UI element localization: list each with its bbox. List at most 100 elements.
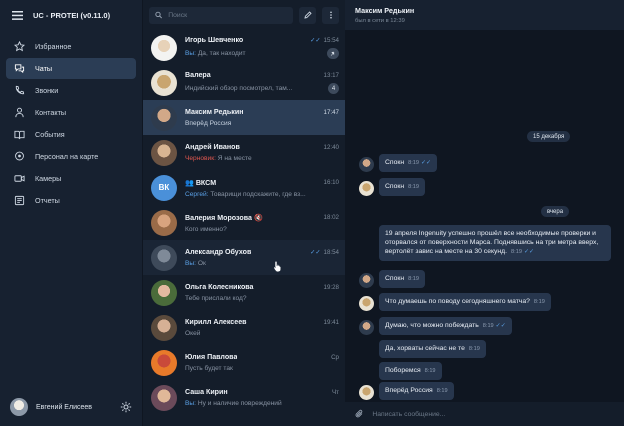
message[interactable]: Что думаешь по поводу сегодняшнего матча… bbox=[359, 293, 551, 311]
camera-icon bbox=[14, 175, 25, 182]
chat-item[interactable]: Валера 13:17 Индийский обзор посмотрел, … bbox=[143, 65, 345, 100]
sidebar-item-calls[interactable]: Звонки bbox=[6, 80, 136, 101]
sidebar-item-label: Контакты bbox=[35, 108, 67, 117]
chat-time: 19:28 bbox=[323, 283, 339, 291]
chat-time: 19:41 bbox=[323, 318, 339, 326]
search-box[interactable] bbox=[149, 6, 293, 24]
message[interactable]: Думаю, что можно побеждать 8:19 ✓✓ bbox=[359, 317, 512, 335]
gear-icon[interactable] bbox=[120, 401, 132, 413]
message[interactable]: Спокн 8:19 ✓✓ bbox=[359, 154, 438, 172]
avatar bbox=[151, 244, 177, 271]
chat-preview: Вперёд Россия bbox=[185, 120, 232, 127]
edit-button[interactable] bbox=[299, 6, 316, 24]
group-avatar-text: ВК bbox=[158, 183, 170, 192]
chat-name: Саша Кирин bbox=[185, 388, 228, 396]
message-time: 8:19 bbox=[436, 388, 448, 394]
avatar bbox=[359, 180, 374, 196]
avatar bbox=[359, 384, 374, 400]
unread-badge: 4 bbox=[328, 83, 339, 94]
avatar bbox=[359, 156, 374, 172]
menu-icon[interactable] bbox=[12, 10, 23, 20]
group-avatar: ВК bbox=[151, 174, 177, 201]
hand-cursor-icon bbox=[273, 260, 282, 272]
pencil-icon bbox=[303, 11, 312, 19]
chat-item[interactable]: Саша Кирин Чт Вы: Ну и наличие поврежден… bbox=[143, 380, 345, 415]
attach-icon[interactable] bbox=[355, 409, 364, 419]
message[interactable]: Вперёд Россия 8:19 bbox=[359, 382, 454, 400]
chat-time: 13:17 bbox=[323, 71, 339, 79]
conversation-header[interactable]: Максим Редькин был в сети в 12:39 bbox=[345, 0, 624, 30]
read-check-icon: ✓✓ bbox=[310, 248, 321, 256]
mute-icon: 🔇 bbox=[253, 213, 263, 222]
avatar bbox=[151, 349, 177, 376]
message-text: Спокн bbox=[385, 275, 405, 282]
message-input[interactable] bbox=[372, 410, 624, 418]
avatar bbox=[359, 319, 374, 335]
message[interactable]: Спокн 8:19 bbox=[359, 178, 425, 196]
star-icon bbox=[14, 41, 25, 52]
message[interactable]: Да, хорваты сейчас не те 8:19 bbox=[379, 340, 486, 358]
chat-item[interactable]: ВК 👥 ВКСМ 16:10 Сергей: Товарищи подскаж… bbox=[143, 170, 345, 205]
chat-item-active[interactable]: Максим Редькин 17:47 Вперёд Россия bbox=[143, 100, 345, 135]
chat-item-hovered[interactable]: Александр Обухов ✓✓ 18:54 Вы: Ок bbox=[143, 240, 345, 275]
sidebar-item-map[interactable]: Персонал на карте bbox=[6, 146, 136, 167]
chat-preview: Окей bbox=[185, 330, 201, 337]
chat-item[interactable]: Андрей Иванов 12:40 Черновик: Я на месте bbox=[143, 135, 345, 170]
chat-item[interactable]: Кирилл Алексеев 19:41 Окей bbox=[143, 310, 345, 345]
message[interactable]: Спокн 8:19 bbox=[359, 270, 425, 288]
sidebar-item-favorites[interactable]: Избранное bbox=[6, 36, 136, 57]
current-user[interactable]: Евгений Елисеев bbox=[0, 394, 142, 420]
sidebar-item-cameras[interactable]: Камеры bbox=[6, 168, 136, 189]
avatar bbox=[151, 384, 177, 411]
chat-item[interactable]: Игорь Шевченко ✓✓ 15:54 Вы: Да, так наход… bbox=[143, 30, 345, 65]
sidebar-item-reports[interactable]: Отчеты bbox=[6, 190, 136, 211]
sidebar-item-chats[interactable]: Чаты bbox=[6, 58, 136, 79]
message[interactable]: Поборемся 8:19 bbox=[379, 362, 442, 380]
avatar bbox=[359, 272, 374, 288]
chat-time: 16:10 bbox=[323, 178, 339, 186]
message-time: 8:19 bbox=[482, 323, 494, 329]
sidebar-menu: Избранное Чаты Звонки Контакты События П… bbox=[0, 36, 142, 211]
message-time: 8:19 bbox=[408, 184, 419, 190]
sidebar-item-label: Камеры bbox=[35, 174, 62, 183]
chat-preview: Ну и наличие повреждений bbox=[197, 400, 282, 407]
chat-preview: Ок bbox=[197, 260, 206, 267]
search-icon bbox=[155, 11, 163, 19]
message-time: 8:19 bbox=[533, 299, 545, 305]
chat-preview: Товарищи подскажите, где вз... bbox=[210, 190, 306, 198]
sidebar-item-label: Звонки bbox=[35, 86, 59, 95]
chat-preview: Пусть будет так bbox=[185, 365, 233, 372]
sidebar-header: UC - PROTEI (v0.11.0) bbox=[0, 0, 142, 30]
person-icon bbox=[15, 107, 24, 118]
message[interactable]: 19 апреля Ingenuity успешно прошёл все н… bbox=[379, 225, 611, 261]
sidebar-item-events[interactable]: События bbox=[6, 124, 136, 145]
chat-name: Максим Редькин bbox=[185, 108, 244, 116]
conversation-title: Максим Редькин bbox=[355, 6, 415, 15]
chat-name: Андрей Иванов bbox=[185, 143, 240, 151]
chat-name: Валерия Морозова bbox=[185, 213, 252, 222]
more-button[interactable] bbox=[322, 6, 339, 24]
chat-name: Игорь Шевченко bbox=[185, 36, 244, 44]
chat-preview: Да, так находит bbox=[197, 50, 246, 57]
chat-time: Чт bbox=[332, 388, 339, 396]
chat-item[interactable]: Юлия Павлова Ср Пусть будет так bbox=[143, 345, 345, 380]
draft-prefix: Черновик: bbox=[185, 155, 216, 162]
search-input[interactable] bbox=[168, 11, 293, 19]
user-name: Евгений Елисеев bbox=[36, 403, 92, 411]
chat-time: 12:40 bbox=[323, 143, 339, 151]
message-time: 8:19 bbox=[511, 249, 522, 256]
more-vertical-icon bbox=[329, 11, 332, 19]
date-separator: 15 декабря bbox=[527, 131, 571, 142]
sender-prefix: Вы: bbox=[185, 50, 196, 57]
sidebar-item-contacts[interactable]: Контакты bbox=[6, 102, 136, 123]
chat-preview: Я на месте bbox=[217, 155, 252, 162]
chat-name: Александр Обухов bbox=[185, 248, 252, 256]
chat-list: Игорь Шевченко ✓✓ 15:54 Вы: Да, так наход… bbox=[143, 30, 345, 415]
chat-item[interactable]: Ольга Колесникова 19:28 Тебе прислали ко… bbox=[143, 275, 345, 310]
read-check-icon: ✓✓ bbox=[310, 36, 321, 44]
chat-time: 17:47 bbox=[323, 108, 339, 116]
chat-list-panel: Игорь Шевченко ✓✓15:54 Вы: Да, так наход… bbox=[142, 0, 345, 426]
group-icon: 👥 bbox=[185, 178, 196, 187]
chat-item[interactable]: Валерия Морозова 🔇 18:02 Кого именно? bbox=[143, 205, 345, 240]
chat-name: Ольга Колесникова bbox=[185, 283, 254, 291]
